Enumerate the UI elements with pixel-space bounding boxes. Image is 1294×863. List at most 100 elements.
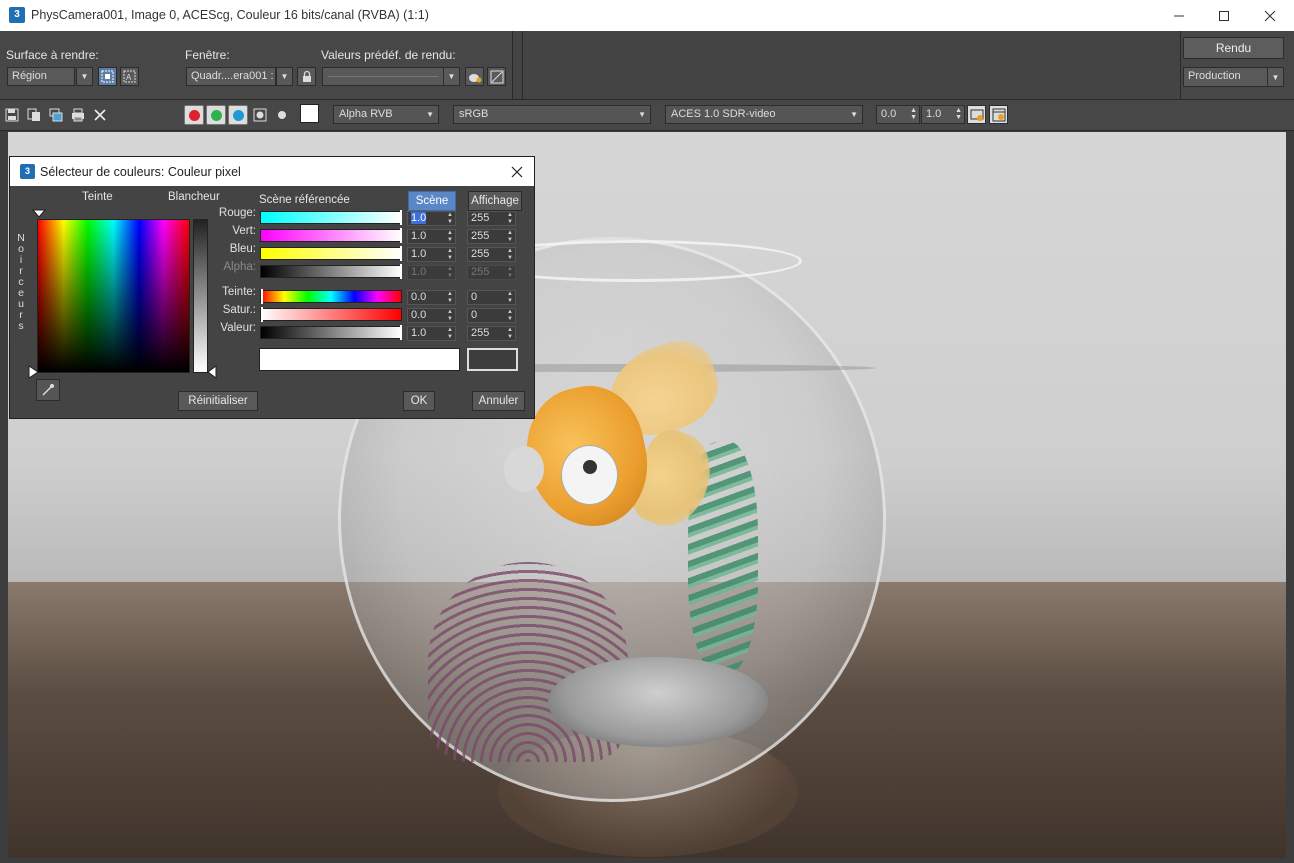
presets-dropdown-arrow[interactable]: ▼ [443, 67, 460, 86]
render-history-icon [992, 108, 1005, 121]
blue-slider-thumb[interactable] [400, 246, 402, 261]
alpha-channel-toggle[interactable] [251, 106, 269, 124]
alpha-display-spinner: 255 ▲ ▼ [467, 265, 516, 280]
render-fish-pupil [583, 460, 597, 474]
value-slider-thumb[interactable] [400, 325, 402, 340]
red-scene-spinner[interactable]: 1.0 ▲ ▼ [407, 211, 456, 226]
green-slider-thumb[interactable] [400, 228, 402, 243]
lock-icon [302, 70, 311, 82]
save-image-button[interactable] [3, 106, 21, 124]
red-slider-thumb[interactable] [400, 210, 402, 225]
viewport-dropdown[interactable]: Quadr....era001 : [186, 67, 276, 86]
render-button[interactable]: Rendu [1183, 37, 1284, 59]
green-scene-value: 1.0 [411, 230, 427, 242]
alpha-label: Alpha: [223, 261, 256, 273]
hue-blackness-picker[interactable] [37, 219, 190, 373]
environment-button[interactable] [487, 67, 506, 86]
maximize-button[interactable] [1201, 0, 1247, 31]
surface-dropdown-arrow[interactable]: ▼ [76, 67, 93, 86]
dialog-close-button[interactable] [508, 163, 526, 181]
saturation-slider-thumb[interactable] [261, 307, 263, 322]
gamma-spinner[interactable]: 1.0 ▲ ▼ [921, 105, 965, 124]
saturation-label: Satur.: [222, 304, 256, 316]
scene-referenced-label: Scène référencée [259, 194, 350, 206]
eyedropper-button[interactable] [36, 379, 60, 401]
alpha-channel-icon [253, 108, 267, 122]
hue-slider[interactable] [260, 290, 402, 303]
hue-display-value: 0 [471, 291, 478, 303]
saturation-slider[interactable] [260, 308, 402, 321]
exposure-spinner[interactable]: 0.0 ▲ ▼ [876, 105, 920, 124]
view-transform-dropdown[interactable]: ACES 1.0 SDR-video ▼ [665, 105, 863, 124]
clear-x-icon [94, 109, 106, 121]
app-logo-icon: 3 [9, 7, 25, 23]
alpha-slider [260, 265, 402, 278]
title-bar: 3 PhysCamera001, Image 0, ACEScg, Couleu… [0, 0, 1294, 31]
presets-dropdown-line [328, 76, 438, 77]
history-button[interactable] [989, 105, 1008, 124]
auto-region-button[interactable]: A [120, 67, 139, 86]
saturation-scene-spinner[interactable]: 0.0 ▲ ▼ [407, 308, 456, 323]
value-display-spinner[interactable]: 255 ▲ ▼ [467, 326, 516, 341]
clone-window-button[interactable] [47, 106, 65, 124]
red-display-spinner[interactable]: 255 ▲ ▼ [467, 211, 516, 226]
close-icon [1264, 10, 1276, 21]
hue-scene-value: 0.0 [411, 291, 427, 303]
green-channel-toggle[interactable] [206, 105, 226, 125]
production-dropdown-arrow[interactable]: ▼ [1267, 67, 1284, 87]
green-scene-spinner[interactable]: 1.0 ▲ ▼ [407, 229, 456, 244]
render-stones [548, 657, 768, 747]
render-setup-button[interactable] [465, 67, 484, 86]
saturation-display-spinner[interactable]: 0 ▲ ▼ [467, 308, 516, 323]
original-color-preview[interactable] [467, 348, 518, 371]
mono-toggle[interactable] [273, 106, 291, 124]
print-image-button[interactable] [69, 106, 87, 124]
dialog-title: Sélecteur de couleurs: Couleur pixel [40, 165, 241, 179]
tab-display[interactable]: Affichage [468, 191, 522, 211]
whiteness-slider[interactable] [193, 219, 208, 373]
monochrome-icon [278, 111, 286, 119]
eyedropper-icon [42, 384, 54, 396]
render-fish-eye-left [504, 446, 544, 492]
clear-image-button[interactable] [91, 106, 109, 124]
value-scene-spinner[interactable]: 1.0 ▲ ▼ [407, 326, 456, 341]
hue-display-spinner[interactable]: 0 ▲ ▼ [467, 290, 516, 305]
value-display-value: 255 [471, 327, 490, 339]
hue-slider-thumb[interactable] [261, 289, 263, 304]
svg-text:A: A [126, 73, 132, 82]
value-slider[interactable] [260, 326, 402, 339]
blackness-label: Noirceurs [17, 232, 25, 332]
minimize-icon [1174, 15, 1184, 16]
blue-slider[interactable] [260, 247, 402, 260]
lock-viewport-button[interactable] [297, 67, 316, 86]
green-display-spinner[interactable]: 255 ▲ ▼ [467, 229, 516, 244]
tab-scene[interactable]: Scène [408, 191, 456, 211]
blue-scene-spinner[interactable]: 1.0 ▲ ▼ [407, 247, 456, 262]
hue-scene-spinner[interactable]: 0.0 ▲ ▼ [407, 290, 456, 305]
pixel-picker-button[interactable] [967, 105, 986, 124]
copy-image-button[interactable] [25, 106, 43, 124]
red-slider[interactable] [260, 211, 402, 224]
red-display-value: 255 [471, 212, 490, 224]
gamma-value: 1.0 [926, 108, 942, 120]
blue-display-spinner[interactable]: 255 ▲ ▼ [467, 247, 516, 262]
green-slider[interactable] [260, 229, 402, 242]
edit-region-button[interactable] [98, 67, 117, 86]
colorspace-dropdown[interactable]: sRGB ▼ [453, 105, 651, 124]
cancel-button[interactable]: Annuler [472, 391, 525, 411]
frame-buffer-toolbar: Alpha RVB ▼ sRGB ▼ ACES 1.0 SDR-video ▼ 0.0… [0, 100, 1294, 131]
production-dropdown[interactable]: Production [1183, 67, 1268, 87]
reset-button[interactable]: Réinitialiser [178, 391, 258, 411]
minimize-button[interactable] [1156, 0, 1202, 31]
close-button[interactable] [1247, 0, 1293, 31]
saturation-scene-value: 0.0 [411, 309, 427, 321]
color-swatch[interactable] [300, 104, 319, 123]
viewport-dropdown-arrow[interactable]: ▼ [276, 67, 293, 86]
render-fish-eye-right [561, 445, 618, 505]
display-channel-dropdown[interactable]: Alpha RVB ▼ [333, 105, 439, 124]
blue-channel-toggle[interactable] [228, 105, 248, 125]
alpha-display-value: 255 [471, 266, 490, 278]
red-channel-toggle[interactable] [184, 105, 204, 125]
ok-button[interactable]: OK [403, 391, 435, 411]
surface-dropdown[interactable]: Région [7, 67, 75, 86]
